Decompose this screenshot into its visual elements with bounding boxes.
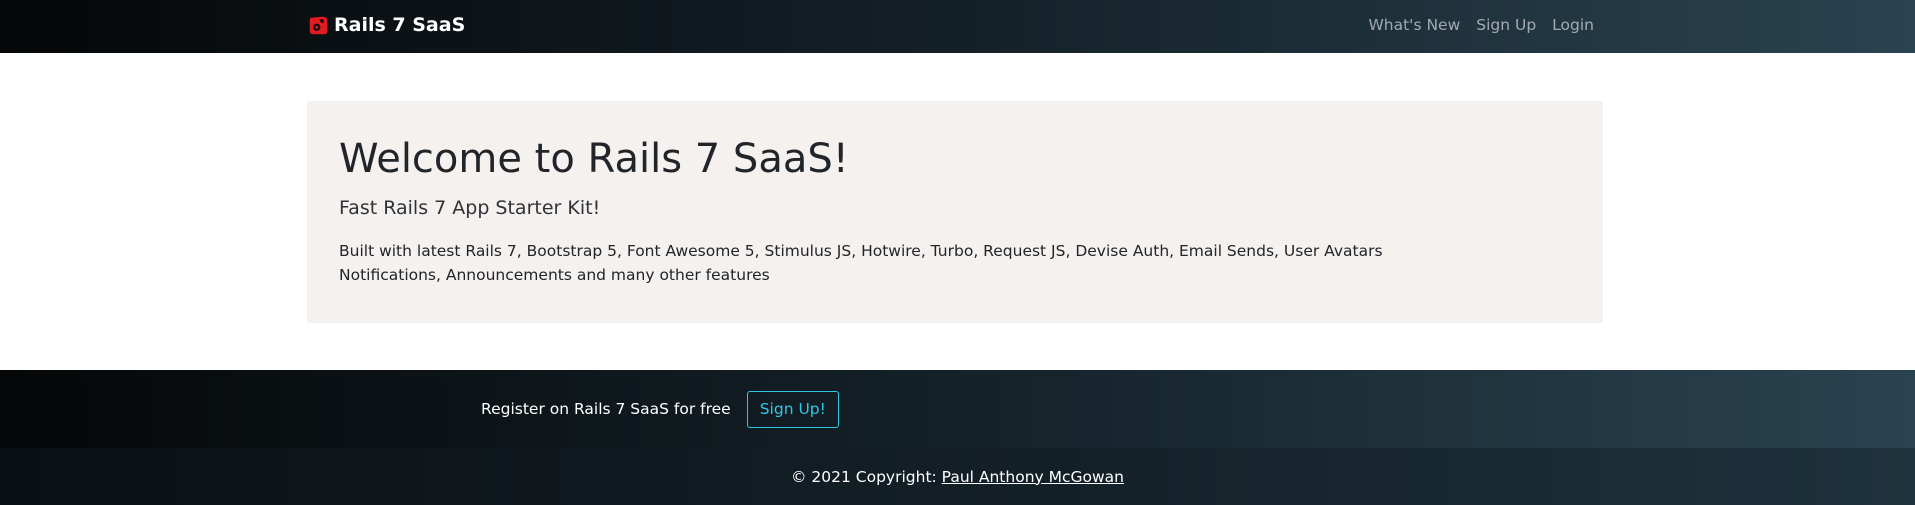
nav-link-whats-new[interactable]: What's New [1368,15,1460,35]
footer-copyright-bar: © 2021 Copyright: Paul Anthony McGowan [0,448,1915,505]
brand-name: Rails 7 SaaS [334,14,466,36]
copyright-text: © 2021 Copyright: Paul Anthony McGowan [791,467,1124,487]
copyright-author-link[interactable]: Paul Anthony McGowan [942,468,1124,486]
hero-jumbotron: Welcome to Rails 7 SaaS! Fast Rails 7 Ap… [307,101,1603,323]
page-title: Welcome to Rails 7 SaaS! [339,136,849,182]
hero-lead: Fast Rails 7 App Starter Kit! [339,197,601,219]
nav-link-sign-up[interactable]: Sign Up [1476,15,1536,35]
nav-links: What's New Sign Up Login [1368,15,1594,35]
copyright-prefix: © 2021 Copyright: [790,467,942,486]
brand-link[interactable]: Rails 7 SaaS [308,13,465,37]
nav-link-login[interactable]: Login [1552,15,1594,35]
footer-signup-button[interactable]: Sign Up! [746,390,839,428]
hero-description: Built with latest Rails 7, Bootstrap 5, … [339,242,1383,284]
footer-register-section: Register on Rails 7 SaaS for free Sign U… [0,370,1915,448]
register-row: Register on Rails 7 SaaS for free Sign U… [481,370,839,448]
register-text: Register on Rails 7 SaaS for free [481,400,731,418]
rails-logo-icon [309,16,328,34]
top-navbar: Rails 7 SaaS What's New Sign Up Login [0,0,1915,53]
